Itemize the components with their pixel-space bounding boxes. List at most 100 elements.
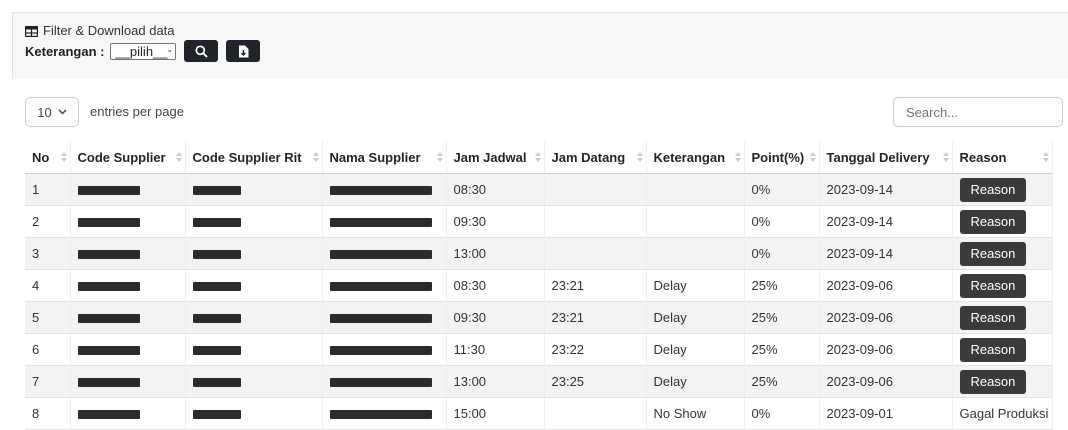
- cell-tanggal-delivery: 2023-09-14: [819, 237, 953, 270]
- redaction-mark: [77, 346, 140, 356]
- cell-code-supplier-rit-redacted: [185, 365, 323, 398]
- cell-code-supplier-rit-redacted: [185, 173, 323, 206]
- cell-jam-datang: [544, 237, 647, 270]
- filter-row: Keterangan : __pilih__: [25, 40, 261, 62]
- download-button[interactable]: [226, 40, 261, 62]
- redaction-mark: [77, 250, 140, 260]
- supplier-table: No Code Supplier Code Supplier Rit Nama …: [25, 141, 1053, 430]
- cell-nama-supplier-redacted: [322, 333, 447, 366]
- reason-button[interactable]: Reason: [959, 177, 1027, 202]
- cell-jam-jadwal: 09:30: [446, 205, 545, 238]
- redaction-mark: [329, 186, 432, 196]
- column-header-reason[interactable]: Reason: [952, 141, 1053, 174]
- cell-point: 0%: [744, 173, 820, 206]
- sort-icon: [312, 152, 319, 162]
- cell-jam-jadwal: 08:30: [446, 269, 545, 302]
- reason-button[interactable]: Reason: [959, 305, 1027, 330]
- search-button[interactable]: [184, 40, 219, 62]
- column-header-nama-supplier[interactable]: Nama Supplier: [322, 141, 447, 174]
- column-header-keterangan[interactable]: Keterangan: [646, 141, 745, 174]
- cell-keterangan: Delay: [646, 333, 745, 366]
- cell-tanggal-delivery: 2023-09-06: [819, 301, 953, 334]
- entries-per-page-select[interactable]: 10: [25, 97, 79, 127]
- cell-nama-supplier-redacted: [322, 301, 447, 334]
- redaction-mark: [77, 378, 140, 388]
- cell-no: 7: [25, 365, 71, 398]
- column-header-jam-datang[interactable]: Jam Datang: [544, 141, 647, 174]
- cell-no: 1: [25, 173, 71, 206]
- cell-reason: Reason: [952, 205, 1053, 238]
- cell-nama-supplier-redacted: [322, 269, 447, 302]
- cell-point: 25%: [744, 333, 820, 366]
- cell-keterangan: Delay: [646, 269, 745, 302]
- redaction-mark: [192, 186, 241, 196]
- cell-point: 25%: [744, 301, 820, 334]
- chevron-down-icon: [58, 109, 67, 115]
- cell-jam-datang: [544, 173, 647, 206]
- table-row: 4 08:30 23:21 Delay 25% 2023-09-06 Reason: [25, 269, 1053, 302]
- table-icon: [24, 25, 39, 38]
- cell-jam-datang: 23:22: [544, 333, 647, 366]
- column-header-tanggal-delivery[interactable]: Tanggal Delivery: [819, 141, 953, 174]
- cell-point: 25%: [744, 269, 820, 302]
- redaction-mark: [192, 218, 241, 228]
- cell-no: 2: [25, 205, 71, 238]
- reason-button[interactable]: Reason: [959, 369, 1027, 394]
- cell-jam-datang: [544, 205, 647, 238]
- keterangan-select[interactable]: __pilih__: [110, 42, 177, 60]
- cell-code-supplier-redacted: [70, 237, 186, 270]
- cell-jam-datang: 23:25: [544, 365, 647, 398]
- cell-keterangan: Delay: [646, 365, 745, 398]
- table-body: 1 08:30 0% 2023-09-14 Reason 2 09:30 0% 2023-09-…: [25, 173, 1053, 430]
- filter-panel: Filter & Download data Keterangan : __pi…: [12, 12, 1068, 79]
- cell-nama-supplier-redacted: [322, 365, 447, 398]
- redaction-mark: [77, 218, 140, 228]
- cell-code-supplier-rit-redacted: [185, 237, 323, 270]
- cell-point: 25%: [744, 365, 820, 398]
- redaction-mark: [329, 282, 432, 292]
- cell-code-supplier-redacted: [70, 333, 186, 366]
- redaction-mark: [77, 186, 140, 196]
- filter-title: Filter & Download data: [24, 23, 175, 38]
- table-search-input[interactable]: [893, 97, 1063, 127]
- cell-tanggal-delivery: 2023-09-06: [819, 333, 953, 366]
- sort-icon: [1042, 152, 1049, 162]
- redaction-mark: [329, 218, 432, 228]
- column-header-code-supplier-rit[interactable]: Code Supplier Rit: [185, 141, 323, 174]
- table-row: 3 13:00 0% 2023-09-14 Reason: [25, 237, 1053, 270]
- sort-icon: [60, 152, 67, 162]
- reason-button[interactable]: Reason: [959, 241, 1027, 266]
- column-header-no[interactable]: No: [25, 141, 71, 174]
- table-row: 7 13:00 23:25 Delay 25% 2023-09-06 Reason: [25, 365, 1053, 398]
- table-row: 1 08:30 0% 2023-09-14 Reason: [25, 173, 1053, 206]
- cell-jam-jadwal: 09:30: [446, 301, 545, 334]
- keterangan-label: Keterangan :: [25, 43, 105, 59]
- cell-code-supplier-rit-redacted: [185, 269, 323, 302]
- cell-code-supplier-redacted: [70, 205, 186, 238]
- sort-icon: [175, 152, 182, 162]
- column-header-code-supplier[interactable]: Code Supplier: [70, 141, 186, 174]
- cell-reason: Reason: [952, 269, 1053, 302]
- reason-button[interactable]: Reason: [959, 209, 1027, 234]
- table-row: 5 09:30 23:21 Delay 25% 2023-09-06 Reason: [25, 301, 1053, 334]
- keterangan-select-value: __pilih__: [115, 43, 168, 59]
- cell-reason: Reason: [952, 333, 1053, 366]
- cell-jam-datang: 23:21: [544, 269, 647, 302]
- cell-nama-supplier-redacted: [322, 237, 447, 270]
- cell-code-supplier-rit-redacted: [185, 301, 323, 334]
- sort-icon: [436, 152, 443, 162]
- cell-no: 6: [25, 333, 71, 366]
- redaction-mark: [77, 314, 140, 324]
- redaction-mark: [77, 282, 140, 292]
- redaction-mark: [192, 410, 241, 420]
- reason-button[interactable]: Reason: [959, 273, 1027, 298]
- column-header-jam-jadwal[interactable]: Jam Jadwal: [446, 141, 545, 174]
- column-header-point[interactable]: Point(%): [744, 141, 820, 174]
- sort-icon: [734, 152, 741, 162]
- sort-icon: [636, 152, 643, 162]
- cell-keterangan: Delay: [646, 301, 745, 334]
- redaction-mark: [192, 378, 241, 388]
- reason-button[interactable]: Reason: [959, 337, 1027, 362]
- cell-keterangan: [646, 205, 745, 238]
- redaction-mark: [329, 314, 432, 324]
